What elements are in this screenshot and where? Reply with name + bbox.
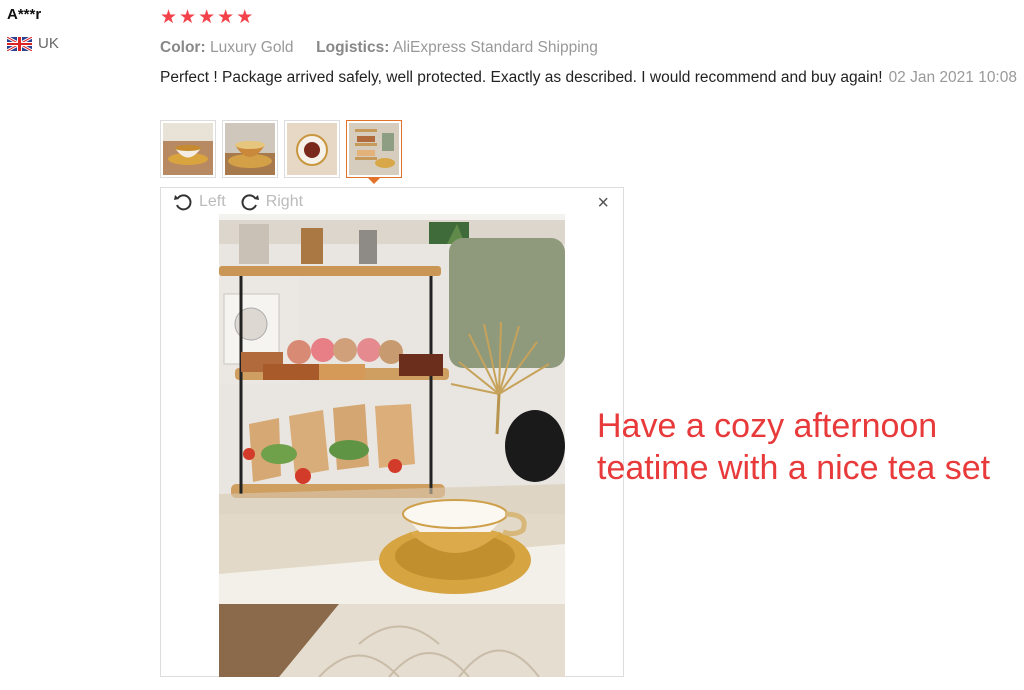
photo-thumb-4[interactable] xyxy=(346,120,402,184)
promo-caption: Have a cozy afternoon teatime with a nic… xyxy=(597,405,990,489)
reviewer-name: A***r xyxy=(7,6,42,23)
photo-thumb-2[interactable] xyxy=(222,120,278,178)
color-value: Luxury Gold xyxy=(209,39,294,56)
country-label: UK xyxy=(38,35,59,52)
star-icon: ★ xyxy=(236,7,254,28)
logistics-value: AliExpress Standard Shipping xyxy=(392,39,598,56)
review-photo[interactable] xyxy=(219,214,565,677)
star-icon: ★ xyxy=(179,7,197,28)
rotate-left-icon xyxy=(174,194,192,211)
caption-line-1: Have a cozy afternoon xyxy=(597,407,938,445)
tea-stand-photo xyxy=(219,214,565,677)
review-content: Perfect ! Package arrived safely, well p… xyxy=(160,69,883,86)
star-icon: ★ xyxy=(198,7,216,28)
thumb-image xyxy=(163,123,213,175)
color-label: Color: xyxy=(160,39,206,56)
review-text: Perfect ! Package arrived safely, well p… xyxy=(160,67,1022,88)
photo-viewer: Left Right × xyxy=(160,187,624,677)
logistics-label: Logistics: xyxy=(316,39,390,56)
thumb-image xyxy=(349,123,399,175)
thumb-image xyxy=(225,123,275,175)
order-meta: Color: Luxury Gold Logistics: AliExpress… xyxy=(160,39,1022,57)
rotate-left-button[interactable]: Left xyxy=(173,192,226,212)
review-body: ★ ★ ★ ★ ★ Color: Luxury Gold Logistics: … xyxy=(160,8,1022,88)
star-icon: ★ xyxy=(217,7,235,28)
rotate-right-label: Right xyxy=(265,193,304,210)
star-rating: ★ ★ ★ ★ ★ xyxy=(160,8,1022,28)
review-date: 02 Jan 2021 10:08 xyxy=(888,69,1017,86)
rotate-right-icon xyxy=(241,194,259,211)
reviewer-country: UK xyxy=(7,35,59,52)
star-icon: ★ xyxy=(160,7,178,28)
caption-line-2: teatime with a nice tea set xyxy=(597,449,991,487)
thumb-image xyxy=(287,123,337,175)
uk-flag-icon xyxy=(7,36,32,51)
photo-thumbnails xyxy=(160,120,408,184)
rotate-right-button[interactable]: Right xyxy=(240,192,303,212)
close-icon[interactable]: × xyxy=(597,192,609,215)
rotate-tools: Left Right xyxy=(173,192,303,212)
rotate-left-label: Left xyxy=(199,193,226,210)
reviewer-info: A***r UK xyxy=(7,6,59,52)
photo-thumb-1[interactable] xyxy=(160,120,216,178)
photo-thumb-3[interactable] xyxy=(284,120,340,178)
